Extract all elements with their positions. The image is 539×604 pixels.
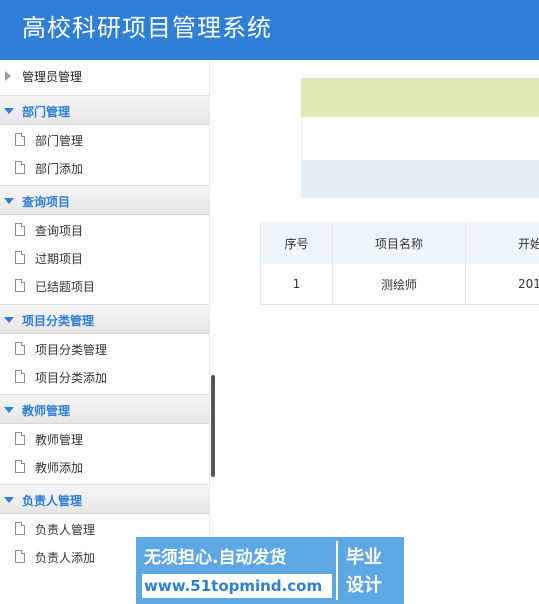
watermark-text: 无须担心.自动发货	[144, 548, 287, 568]
document-icon	[15, 460, 25, 473]
sidebar-group-label: 查询项目	[22, 195, 71, 209]
document-icon	[15, 370, 25, 383]
sidebar-item-label: 部门管理	[35, 134, 84, 148]
sidebar-scrollbar[interactable]	[211, 375, 215, 477]
watermark-url: www.51topmind.com	[142, 574, 332, 598]
table-header-cell: 项目名称	[333, 222, 466, 264]
table-header-cell: 序号	[260, 222, 333, 264]
app-title: 高校科研项目管理系统	[22, 14, 272, 42]
sidebar: 管理员管理 部门管理 部门管理 部门添加 查询项目 查询项目 过期项目 已结题项…	[0, 60, 215, 604]
sidebar-item-completed-project[interactable]: 已结题项目	[0, 273, 210, 301]
table-cell: 测绘师	[333, 264, 466, 304]
sidebar-item-department-manage[interactable]: 部门管理	[0, 127, 210, 155]
caret-down-icon	[4, 497, 14, 503]
sidebar-item-label: 管理员管理	[22, 70, 83, 84]
triangle-right-icon	[5, 71, 11, 81]
sidebar-group-label: 项目分类管理	[22, 314, 95, 328]
sidebar-group-leader[interactable]: 负责人管理	[0, 484, 210, 514]
sidebar-item-category-add[interactable]: 项目分类添加	[0, 364, 210, 392]
sidebar-item-category-manage[interactable]: 项目分类管理	[0, 336, 210, 364]
document-icon	[15, 251, 25, 264]
caret-down-icon	[4, 317, 14, 323]
table-header-row: 序号 项目名称 开始	[260, 222, 539, 264]
info-panel-top	[301, 78, 539, 117]
sidebar-item-label: 负责人管理	[35, 523, 96, 537]
caret-down-icon	[4, 407, 14, 413]
sidebar-group-query-project[interactable]: 查询项目	[0, 185, 210, 215]
sidebar-group-department[interactable]: 部门管理	[0, 95, 210, 125]
sidebar-item-teacher-add[interactable]: 教师添加	[0, 454, 210, 482]
sidebar-item-expired-project[interactable]: 过期项目	[0, 245, 210, 273]
watermark-badge-text: 设计	[346, 575, 382, 596]
sidebar-group-label: 教师管理	[22, 404, 71, 418]
caret-down-icon	[4, 198, 14, 204]
sidebar-item-label: 过期项目	[35, 252, 84, 266]
document-icon	[15, 342, 25, 355]
sidebar-item-admin[interactable]: 管理员管理	[0, 68, 210, 86]
sidebar-item-label: 教师管理	[35, 433, 84, 447]
document-icon	[15, 133, 25, 146]
caret-down-icon	[4, 108, 14, 114]
sidebar-item-teacher-manage[interactable]: 教师管理	[0, 426, 210, 454]
app-header: 高校科研项目管理系统	[0, 0, 539, 60]
table-row[interactable]: 1 测绘师 2018	[260, 264, 539, 305]
document-icon	[15, 522, 25, 535]
table-header-cell: 开始	[518, 236, 539, 251]
document-icon	[15, 223, 25, 236]
document-icon	[15, 432, 25, 445]
sidebar-item-department-add[interactable]: 部门添加	[0, 155, 210, 183]
sidebar-item-label: 部门添加	[35, 162, 84, 176]
sidebar-item-query-project[interactable]: 查询项目	[0, 217, 210, 245]
watermark-banner: 无须担心.自动发货 www.51topmind.com 毕业 设计	[136, 537, 404, 604]
sidebar-item-label: 查询项目	[35, 224, 84, 238]
sidebar-group-project-category[interactable]: 项目分类管理	[0, 304, 210, 334]
watermark-badge: 毕业 设计	[336, 541, 400, 600]
sidebar-item-label: 教师添加	[35, 461, 84, 475]
watermark-badge-text: 毕业	[346, 547, 382, 568]
table-cell: 2018	[518, 277, 539, 291]
document-icon	[15, 550, 25, 563]
document-icon	[15, 279, 25, 292]
info-panel-middle	[301, 117, 539, 160]
sidebar-divider	[209, 60, 210, 604]
table-cell: 1	[260, 264, 333, 304]
sidebar-group-label: 负责人管理	[22, 494, 83, 508]
sidebar-group-label: 部门管理	[22, 105, 71, 119]
sidebar-item-label: 项目分类管理	[35, 343, 108, 357]
info-panel-bottom	[301, 160, 539, 198]
document-icon	[15, 161, 25, 174]
sidebar-item-label: 已结题项目	[35, 280, 96, 294]
sidebar-item-label: 项目分类添加	[35, 371, 108, 385]
sidebar-group-teacher[interactable]: 教师管理	[0, 394, 210, 424]
sidebar-item-label: 负责人添加	[35, 551, 96, 565]
